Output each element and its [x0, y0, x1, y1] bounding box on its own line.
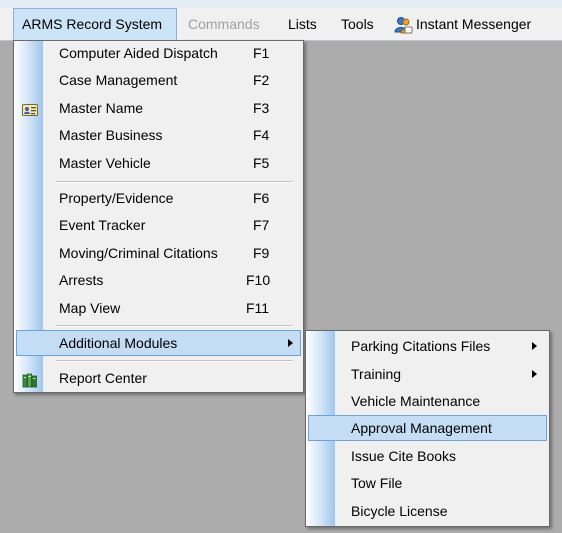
menu-item-label: Property/Evidence: [59, 190, 174, 206]
menu-item-shortcut: F5: [253, 155, 270, 171]
menu-item-label: Master Vehicle: [59, 155, 151, 171]
submenu-item-vehicle-maintenance[interactable]: Vehicle Maintenance: [308, 388, 547, 414]
submenu-arrow-icon: [532, 342, 537, 350]
menu-item-label: Training: [351, 366, 402, 382]
submenu-item-training[interactable]: Training: [308, 361, 547, 387]
menu-commands[interactable]: Commands: [188, 8, 260, 41]
menu-item-moving-criminal-citations[interactable]: Moving/Criminal Citations F9: [16, 240, 301, 266]
menu-item-label: Additional Modules: [59, 335, 178, 351]
id-card-icon: [22, 100, 38, 116]
submenu-item-bicycle-license[interactable]: Bicycle License: [308, 498, 547, 524]
menu-item-master-vehicle[interactable]: Master Vehicle F5: [16, 150, 301, 176]
menu-item-shortcut: F11: [246, 300, 270, 316]
menu-lists-label: Lists: [288, 16, 317, 32]
additional-modules-submenu: Parking Citations Files Training Vehicle…: [305, 330, 550, 527]
menu-item-label: Computer Aided Dispatch: [59, 45, 218, 61]
menu-item-arrests[interactable]: Arrests F10: [16, 267, 301, 293]
submenu-item-parking-citations-files[interactable]: Parking Citations Files: [308, 333, 547, 359]
menu-lists[interactable]: Lists: [288, 8, 317, 41]
menu-item-label: Arrests: [59, 272, 104, 288]
menu-item-event-tracker[interactable]: Event Tracker F7: [16, 212, 301, 238]
menu-item-label: Map View: [59, 300, 121, 316]
menu-item-label: Parking Citations Files: [351, 338, 491, 354]
menu-instant-messenger-label: Instant Messenger: [416, 16, 532, 32]
menu-item-label: Master Name: [59, 100, 144, 116]
menu-tools-label: Tools: [341, 16, 374, 32]
menu-tools[interactable]: Tools: [341, 8, 374, 41]
menu-item-master-business[interactable]: Master Business F4: [16, 122, 301, 148]
arms-dropdown-menu: Computer Aided Dispatch F1 Case Manageme…: [13, 40, 304, 393]
menu-item-label: Moving/Criminal Citations: [59, 245, 218, 261]
menu-item-property-evidence[interactable]: Property/Evidence F6: [16, 185, 301, 211]
menu-item-shortcut: F9: [253, 245, 270, 261]
menu-item-shortcut: F1: [253, 45, 270, 61]
submenu-arrow-icon: [532, 370, 537, 378]
menu-item-master-name[interactable]: Master Name F3: [16, 95, 301, 121]
submenu-arrow-icon: [288, 339, 293, 347]
menu-item-shortcut: F3: [253, 100, 270, 116]
users-chat-icon: [393, 14, 413, 34]
menu-item-label: Issue Cite Books: [351, 448, 457, 464]
menu-item-shortcut: F6: [253, 190, 270, 206]
menu-item-computer-aided-dispatch[interactable]: Computer Aided Dispatch F1: [16, 40, 301, 66]
menu-item-label: Tow File: [351, 475, 403, 491]
menu-item-additional-modules[interactable]: Additional Modules: [16, 330, 301, 356]
window-top-strip: [0, 0, 562, 8]
menu-item-shortcut: F2: [253, 72, 270, 88]
menu-item-label: Vehicle Maintenance: [351, 393, 481, 409]
report-books-icon: [22, 370, 38, 388]
menu-item-label: Event Tracker: [59, 217, 146, 233]
menu-item-label: Bicycle License: [351, 503, 448, 519]
submenu-item-approval-management[interactable]: Approval Management: [308, 415, 547, 441]
menu-item-label: Approval Management: [351, 420, 492, 436]
menu-item-report-center[interactable]: Report Center: [16, 365, 301, 391]
menu-item-case-management[interactable]: Case Management F2: [16, 67, 301, 93]
menu-commands-label: Commands: [188, 16, 260, 32]
menu-item-shortcut: F4: [253, 127, 270, 143]
menu-item-shortcut: F7: [253, 217, 270, 233]
menu-bar: ARMS Record System Commands Lists Tools …: [0, 8, 562, 41]
menu-item-label: Report Center: [59, 370, 147, 386]
menu-item-label: Case Management: [59, 72, 178, 88]
menu-separator: [56, 325, 293, 327]
menu-item-label: Master Business: [59, 127, 163, 143]
menu-item-shortcut: F10: [246, 272, 271, 288]
menu-separator: [56, 181, 293, 183]
menu-separator: [56, 360, 293, 362]
menu-arms-record-system-label: ARMS Record System: [22, 16, 163, 32]
menu-arms-record-system[interactable]: ARMS Record System: [13, 8, 177, 41]
submenu-item-tow-file[interactable]: Tow File: [308, 470, 547, 496]
submenu-item-issue-cite-books[interactable]: Issue Cite Books: [308, 443, 547, 469]
menu-item-map-view[interactable]: Map View F11: [16, 295, 301, 321]
menu-instant-messenger[interactable]: Instant Messenger: [393, 8, 531, 41]
